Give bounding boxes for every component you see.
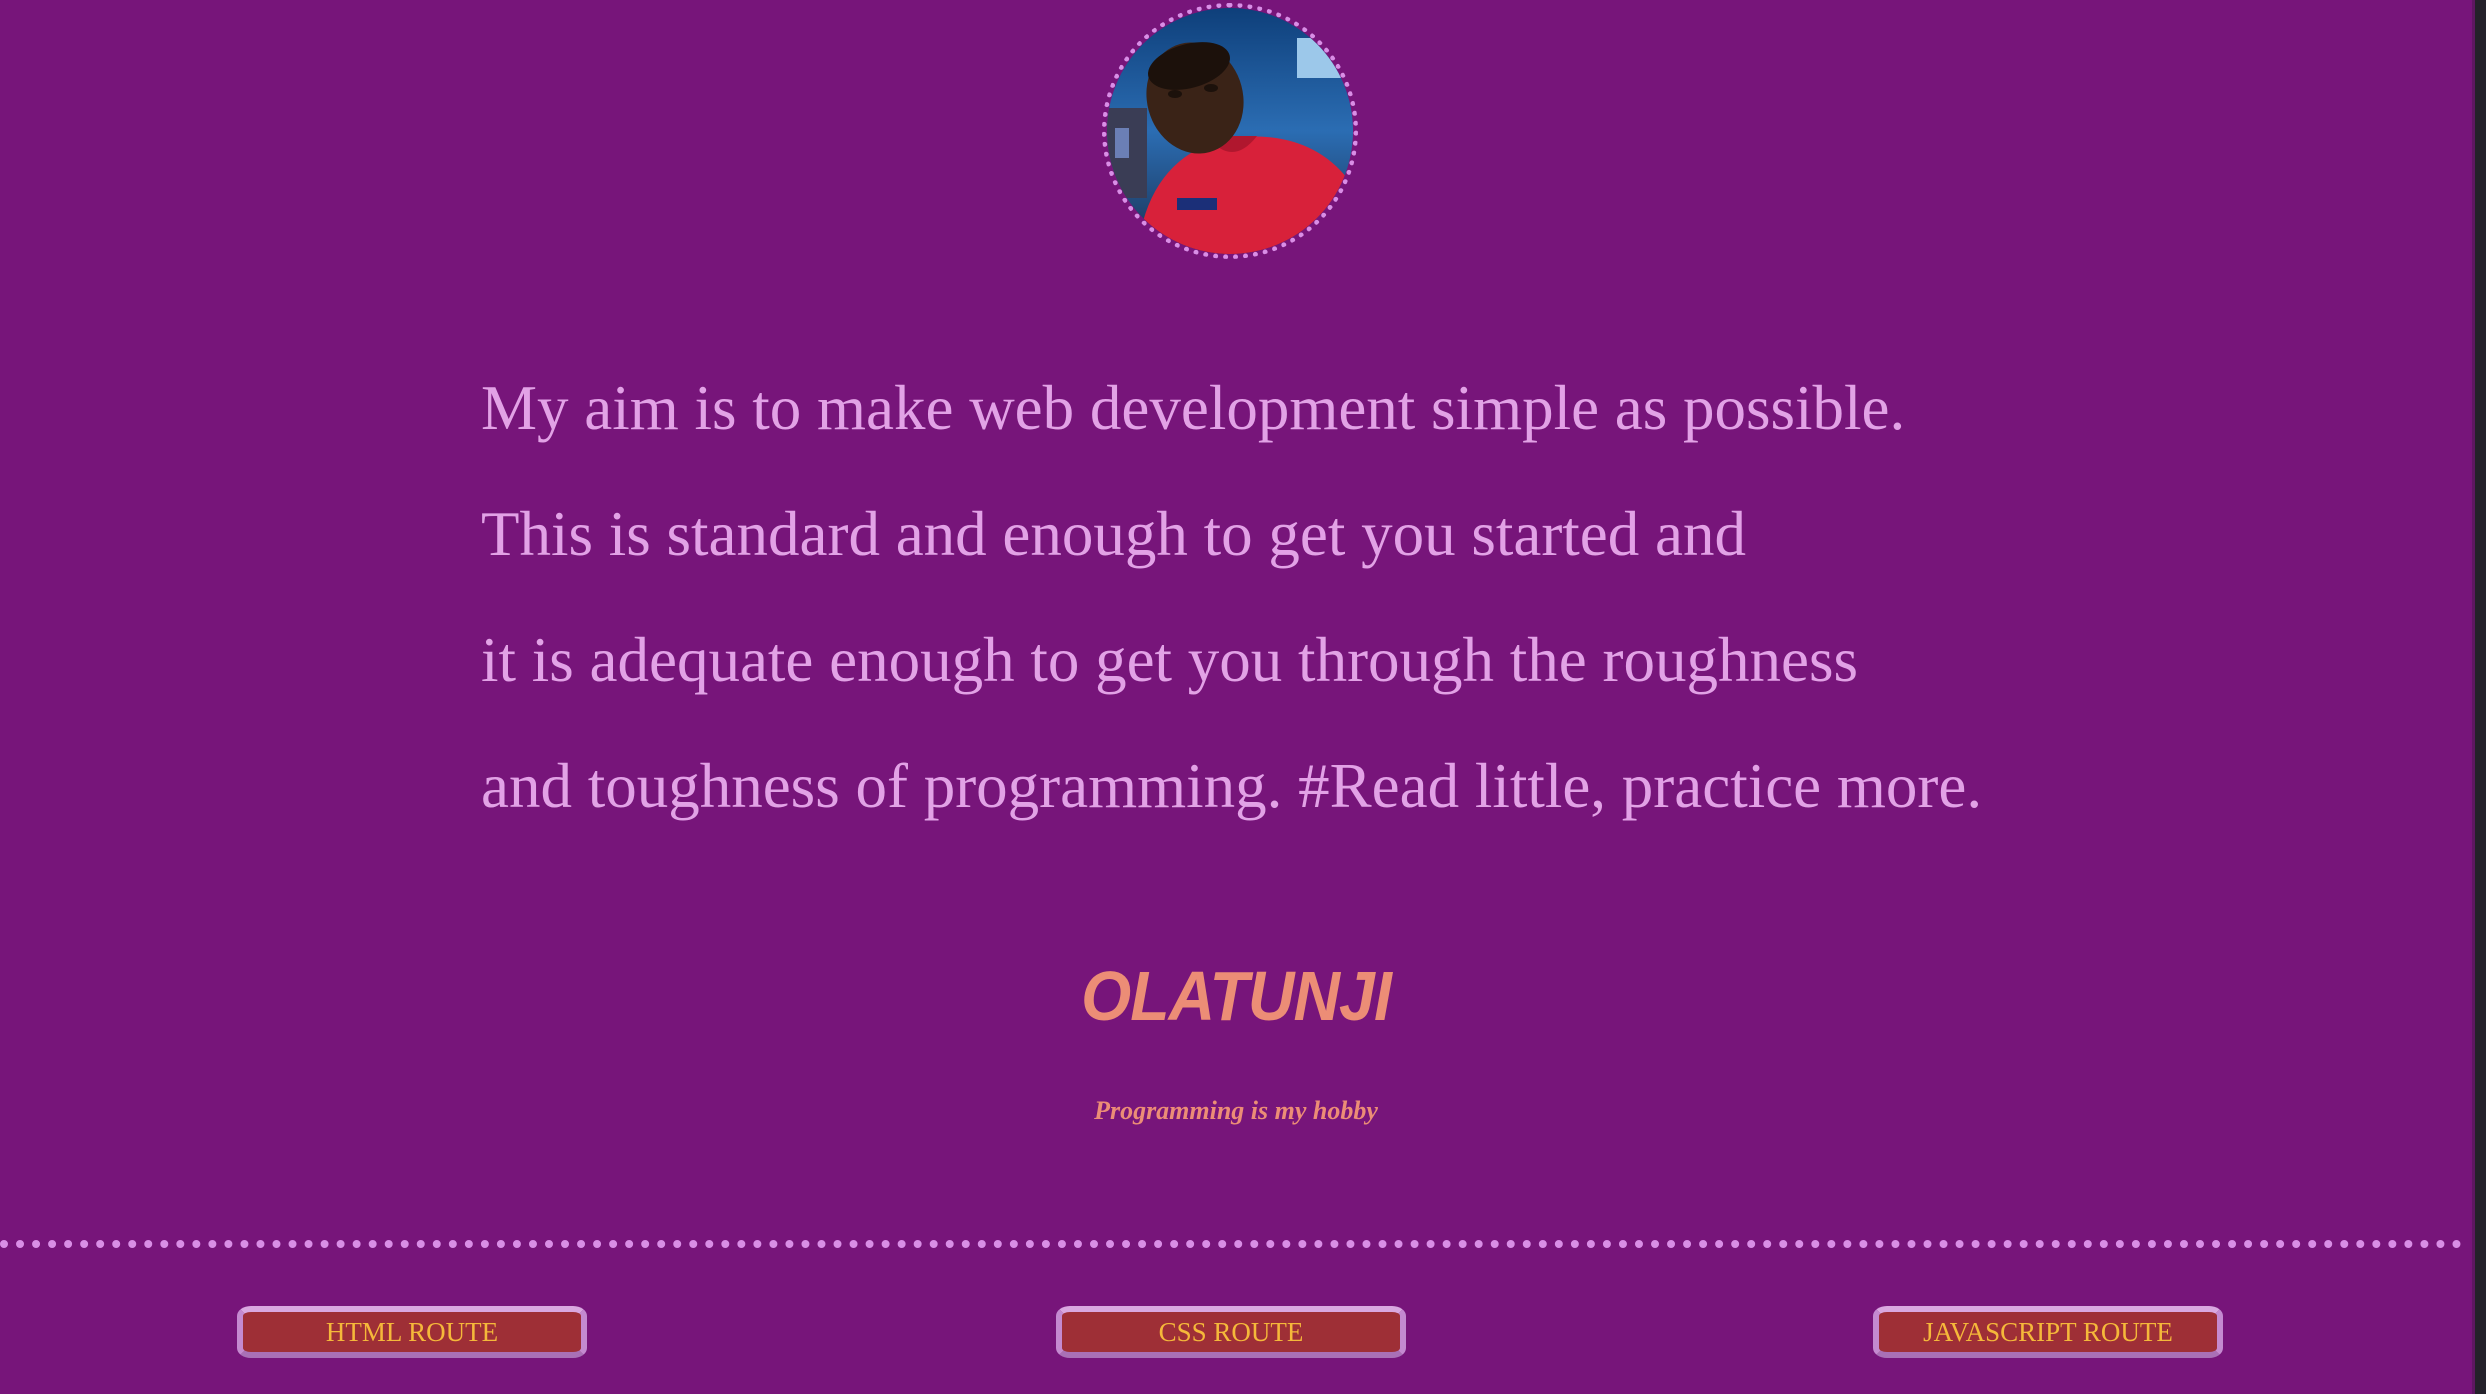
- dotted-divider: [0, 1240, 2462, 1248]
- window-edge-line: [2472, 0, 2475, 1394]
- avatar-photo: [1107, 8, 1353, 254]
- author-name: OLATUNJI: [1081, 957, 1392, 1035]
- css-route-button[interactable]: CSS ROUTE: [1056, 1306, 1406, 1358]
- javascript-route-button[interactable]: JAVASCRIPT ROUTE: [1873, 1306, 2223, 1358]
- author-tagline: Programming is my hobby: [1094, 1096, 1378, 1125]
- quote-text: My aim is to make web development simple…: [481, 345, 2081, 849]
- quote-line: My aim is to make web development simple…: [481, 373, 1906, 443]
- quote-line: and toughness of programming. #Read litt…: [481, 751, 1983, 821]
- quote-line: it is adequate enough to get you through…: [481, 625, 1858, 695]
- avatar: [1102, 3, 1358, 259]
- html-route-button[interactable]: HTML ROUTE: [237, 1306, 587, 1358]
- quote-line: This is standard and enough to get you s…: [481, 499, 1746, 569]
